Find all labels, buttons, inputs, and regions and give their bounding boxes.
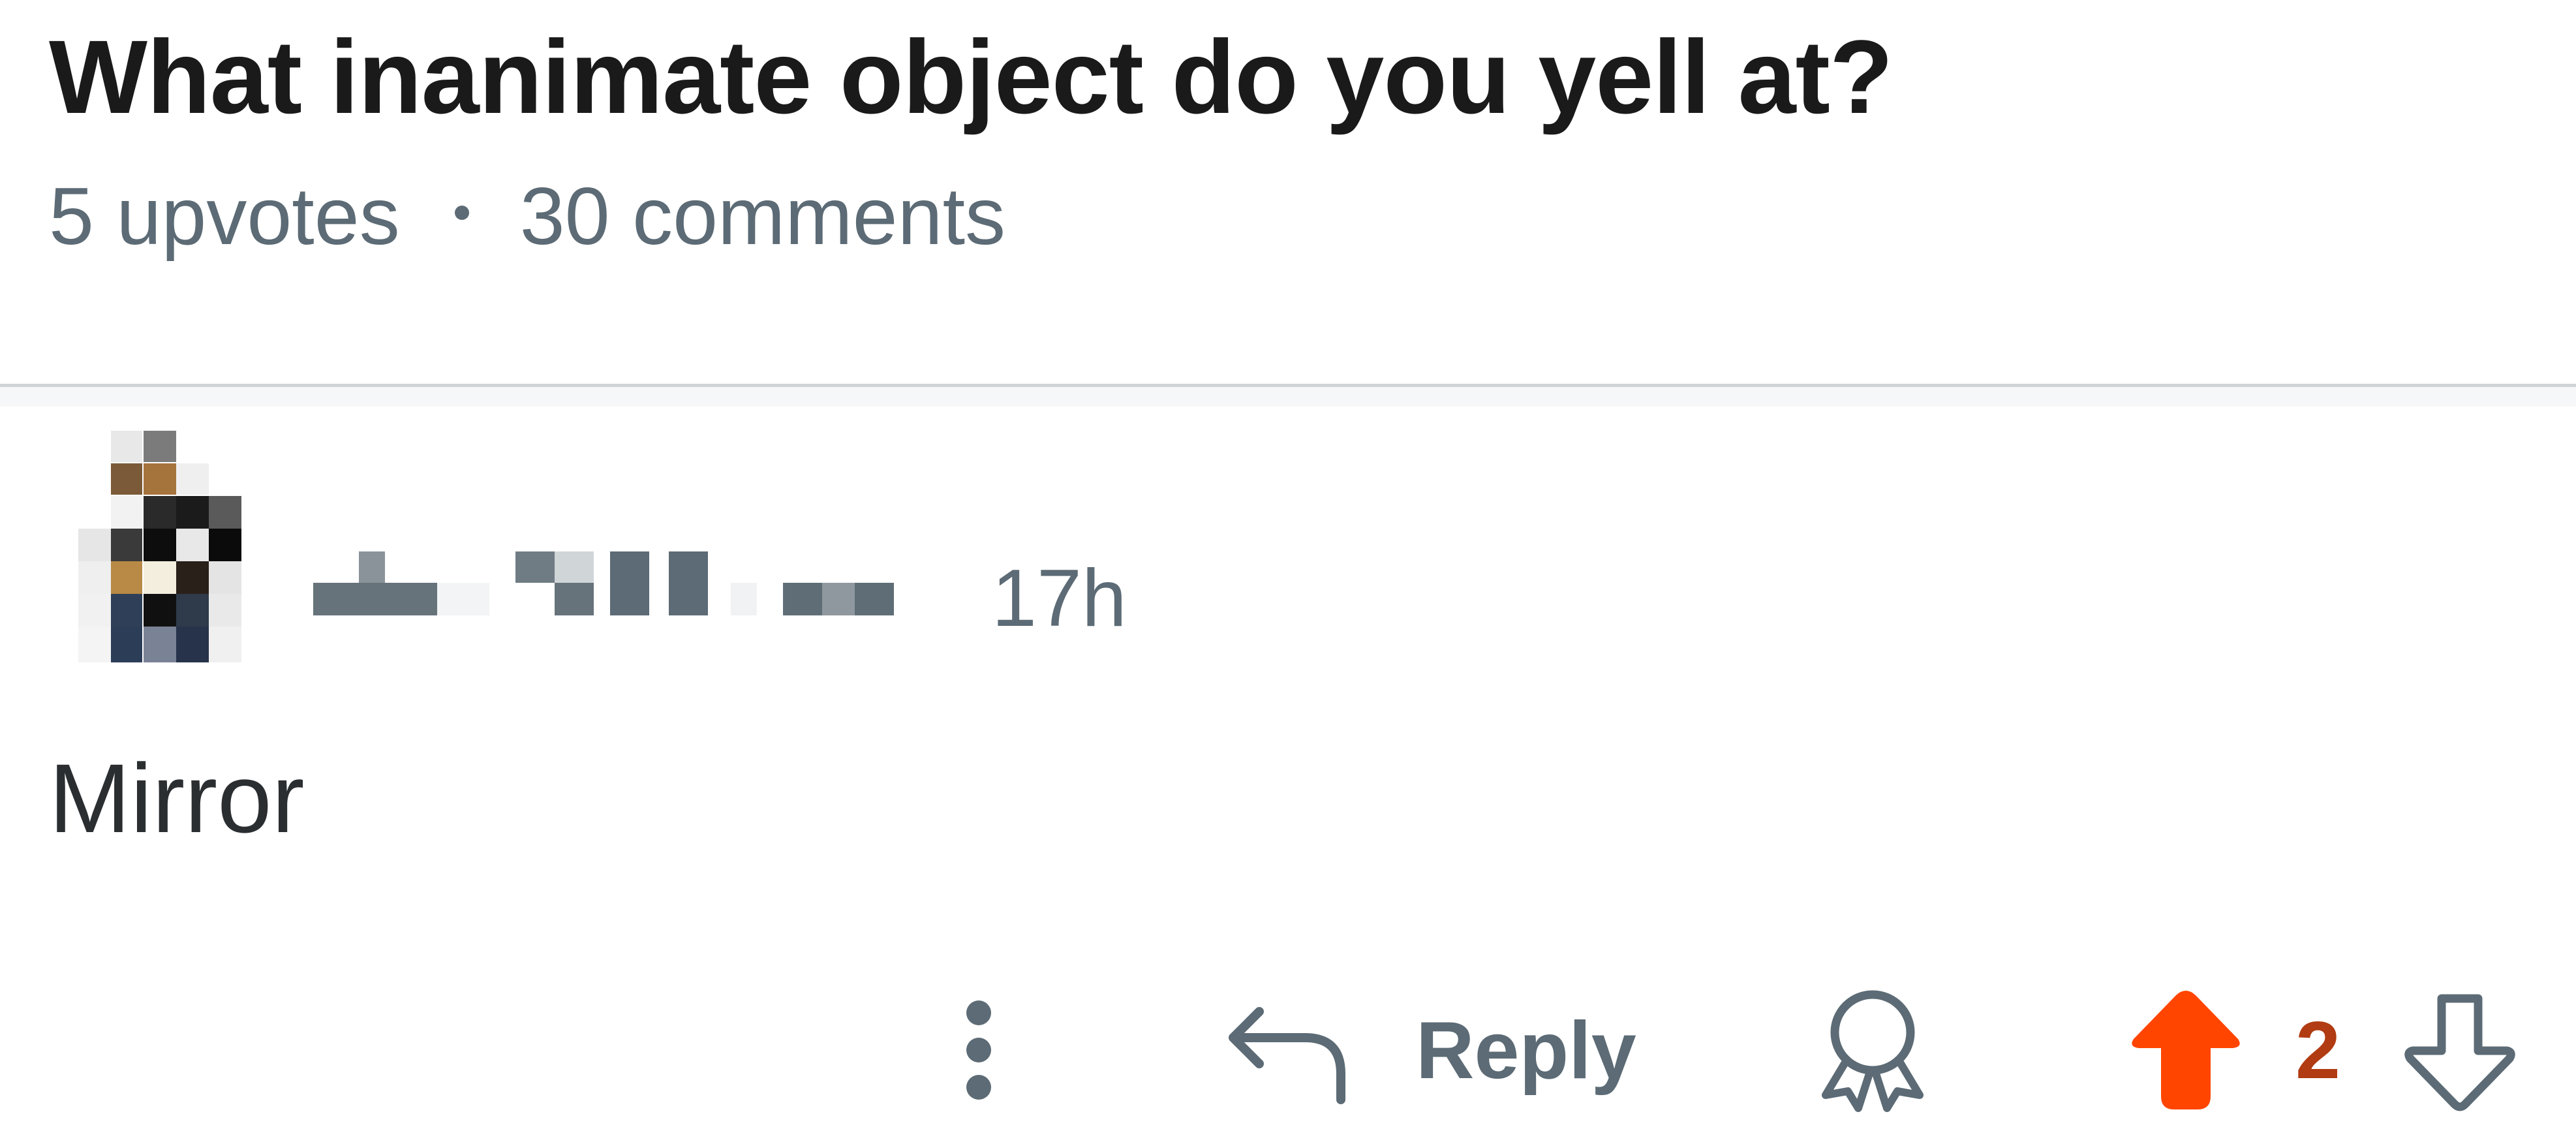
more-options-button[interactable] [940, 980, 1018, 1111]
pixelated-avatar-icon [78, 431, 241, 662]
reply-label: Reply [1416, 1006, 1636, 1096]
upvote-button[interactable] [2121, 979, 2251, 1123]
vote-count: 2 [2295, 1006, 2340, 1096]
comment-timestamp: 17h [992, 553, 1127, 643]
avatar[interactable] [78, 424, 287, 711]
upvote-arrow-icon [2132, 991, 2240, 1109]
post-title[interactable]: What inanimate object do you yell at? [49, 25, 1894, 129]
divider-shadow [0, 387, 2576, 407]
comment-action-bar: Reply 2 [0, 972, 2576, 1129]
downvote-arrow-icon [2404, 994, 2515, 1111]
award-ribbon-icon [1822, 990, 1924, 1112]
comment-count-label[interactable]: 30 comments [520, 176, 1005, 257]
reply-arrow-icon [1229, 1007, 1345, 1104]
award-button[interactable] [1807, 985, 1938, 1116]
redacted-username-pixels [313, 551, 894, 615]
downvote-button[interactable] [2395, 985, 2525, 1116]
comment-body: Mirror [49, 743, 305, 853]
post-meta: 5 upvotes 30 comments [49, 176, 1005, 257]
vertical-ellipsis-icon [966, 1000, 991, 1100]
reply-button[interactable]: Reply [1227, 985, 1683, 1109]
comment-view: What inanimate object do you yell at? 5 … [0, 0, 2576, 1146]
username-redacted[interactable] [313, 545, 966, 630]
separator-dot [454, 206, 469, 220]
upvote-count-label: 5 upvotes [49, 172, 400, 262]
